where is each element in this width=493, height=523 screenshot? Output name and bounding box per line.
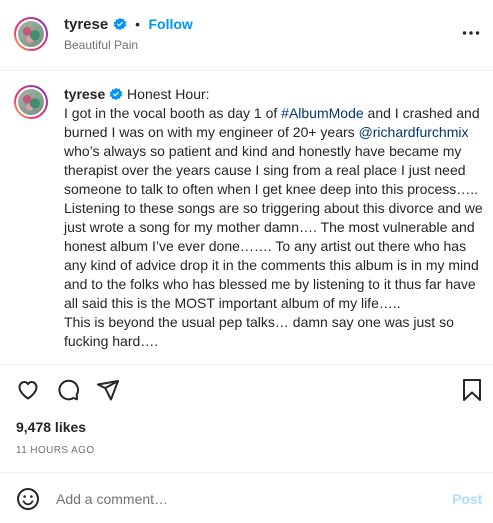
- comment-input[interactable]: Add a comment…: [56, 491, 168, 507]
- send-icon: [97, 380, 119, 401]
- caption-body-4: This is beyond the usual pep talks… damn…: [64, 314, 454, 349]
- caption-username[interactable]: tyrese: [64, 86, 105, 102]
- verified-badge-icon: [113, 17, 126, 31]
- caption-text: tyrese Honest Hour: I got in the vocal b…: [64, 85, 484, 351]
- comment-icon: [58, 379, 80, 401]
- follow-button[interactable]: Follow: [148, 16, 192, 32]
- caption-avatar[interactable]: [14, 85, 48, 119]
- verified-badge-icon: [109, 87, 123, 101]
- avatar-image: [16, 19, 46, 49]
- header-username[interactable]: tyrese: [64, 16, 108, 33]
- emoji-icon: [17, 488, 39, 510]
- caption-divider: [0, 364, 493, 365]
- avatar-image: [16, 87, 46, 117]
- mention-link[interactable]: @richardfurchmix: [359, 124, 469, 140]
- post-timestamp[interactable]: 11 HOURS AGO: [16, 445, 95, 456]
- header-divider: [0, 70, 493, 71]
- header-separator: •: [135, 16, 141, 32]
- comment-divider: [0, 472, 493, 473]
- save-button[interactable]: [461, 378, 483, 402]
- heart-icon: [18, 381, 38, 400]
- share-button[interactable]: [96, 378, 120, 402]
- caption-heading: Honest Hour:: [127, 86, 210, 102]
- header-avatar[interactable]: [14, 17, 48, 51]
- like-button[interactable]: [16, 378, 40, 402]
- comment-button[interactable]: [56, 378, 80, 402]
- bookmark-icon: [463, 379, 481, 401]
- more-horizontal-icon: [462, 31, 480, 35]
- likes-count[interactable]: 9,478 likes: [16, 419, 86, 435]
- hashtag-link[interactable]: #AlbumMode: [281, 105, 364, 121]
- caption-body-1: I got in the vocal booth as day 1 of: [64, 105, 278, 121]
- emoji-button[interactable]: [16, 487, 40, 511]
- header-user-row: tyrese • Follow: [64, 16, 193, 34]
- more-options-button[interactable]: [462, 30, 480, 40]
- caption-body-3: who’s always so patient and kind and hon…: [64, 143, 483, 311]
- header-subtitle[interactable]: Beautiful Pain: [64, 38, 138, 52]
- post-comment-button[interactable]: Post: [452, 491, 482, 507]
